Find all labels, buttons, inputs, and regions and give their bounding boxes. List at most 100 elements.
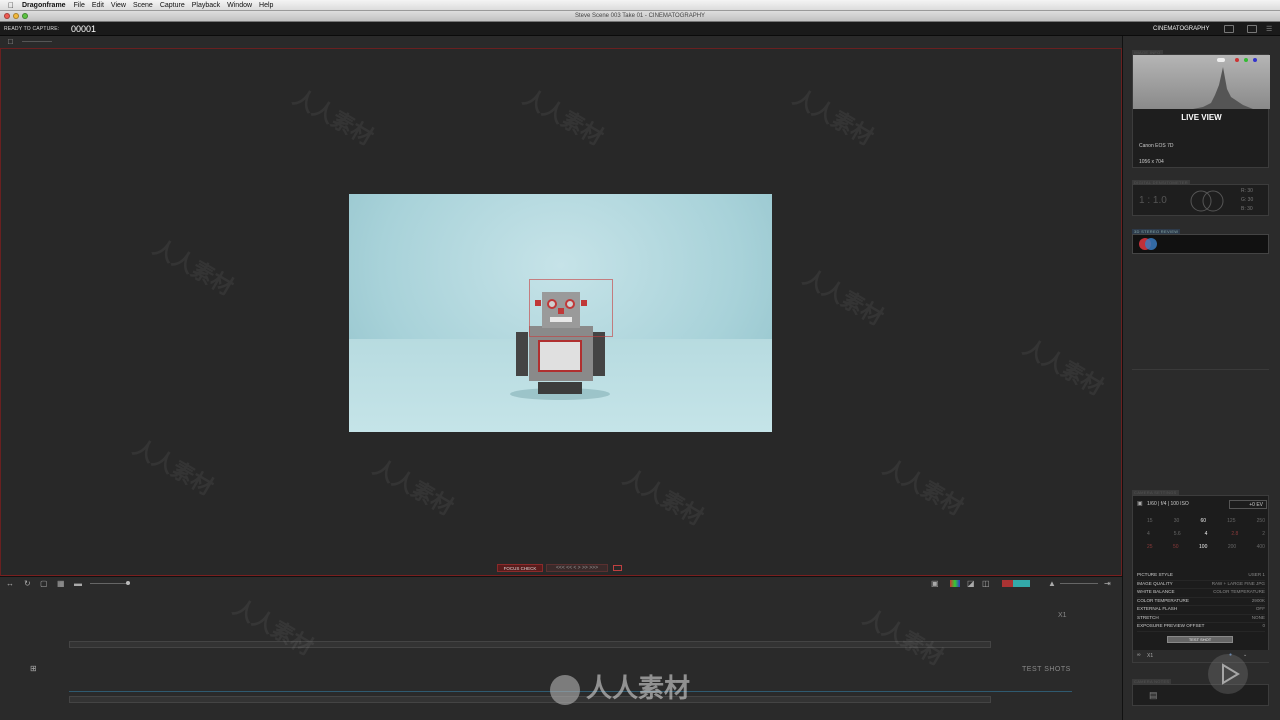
menu-icon[interactable]: ☰: [1266, 25, 1276, 33]
audio-icon[interactable]: ▲: [1048, 579, 1056, 588]
live-view-label: LIVE VIEW: [1181, 113, 1222, 122]
setting-row[interactable]: IMAGE QUALITY RAW + LARGE FINE JPG: [1137, 580, 1265, 589]
setting-value[interactable]: 2900K: [1252, 598, 1265, 606]
focus-box-toggle-icon[interactable]: [613, 565, 622, 571]
camera-icon[interactable]: ▣: [1137, 500, 1143, 507]
split-view-icon[interactable]: ◫: [982, 579, 990, 588]
setting-row[interactable]: EXTERNAL FLASH OFF: [1137, 606, 1265, 615]
stereo-icon[interactable]: [1133, 235, 1163, 253]
iso-value-selected[interactable]: 100: [1199, 544, 1207, 550]
test-shots-label: TEST SHOTS: [1022, 666, 1071, 673]
aperture-value[interactable]: 2.8: [1231, 531, 1238, 537]
menu-capture[interactable]: Capture: [160, 2, 185, 9]
setting-value[interactable]: RAW + LARGE FINE JPG: [1212, 581, 1265, 589]
menu-edit[interactable]: Edit: [92, 2, 104, 9]
add-frame-icon[interactable]: ⊞: [30, 664, 37, 673]
aperture-value[interactable]: 4: [1147, 531, 1150, 537]
menu-scene[interactable]: Scene: [133, 2, 153, 9]
volume-slider[interactable]: [1060, 583, 1098, 584]
app-menu[interactable]: Dragonframe: [22, 2, 66, 9]
camera-settings-panel: ▣ 1/60 | f/4 | 100 ISO +0 EV 15 30 60 12…: [1132, 495, 1270, 663]
setting-row[interactable]: PICTURE STYLE USER 1: [1137, 572, 1265, 581]
iso-scale[interactable]: 25 50 100 200 400: [1147, 544, 1265, 550]
iso-value[interactable]: 50: [1173, 544, 1179, 550]
frame-icon[interactable]: ▢: [40, 579, 48, 588]
workspace-selector[interactable]: CINEMATOGRAPHY: [1153, 26, 1209, 32]
zoom-slider[interactable]: [22, 41, 52, 42]
frame-track[interactable]: [69, 641, 991, 648]
play-icon: [1222, 663, 1240, 685]
grid-icon[interactable]: ▦: [57, 579, 65, 588]
menu-file[interactable]: File: [74, 2, 85, 9]
loop-icon[interactable]: ↔: [6, 579, 14, 588]
monitor-icon[interactable]: [1224, 25, 1234, 33]
densitometer-panel[interactable]: 1 : 1.0 R: 30 G: 30 B: 30: [1132, 184, 1269, 216]
watermark-logo-icon: [550, 674, 580, 705]
menu-window[interactable]: Window: [227, 2, 252, 9]
focus-check-button[interactable]: FOCUS CHECK: [497, 564, 543, 572]
focus-check-box[interactable]: [529, 279, 613, 337]
live-view-image[interactable]: [349, 194, 772, 432]
setting-row[interactable]: EXPOSURE PREVIEW OFFSET 0: [1137, 623, 1265, 632]
refresh-icon[interactable]: ↻: [24, 579, 31, 588]
opacity-slider[interactable]: [90, 583, 130, 584]
exposure-readout: 1/60 | f/4 | 100 ISO: [1147, 501, 1189, 507]
view-mode-icon[interactable]: ▣: [931, 579, 939, 588]
shutter-value[interactable]: 30: [1174, 518, 1180, 524]
shutter-value[interactable]: 15: [1147, 518, 1153, 524]
settings-icon[interactable]: [1247, 25, 1257, 33]
density-b: B: 30: [1241, 206, 1253, 212]
iso-value[interactable]: 25: [1147, 544, 1153, 550]
aperture-value[interactable]: 5.6: [1174, 531, 1181, 537]
menu-playback[interactable]: Playback: [192, 2, 220, 9]
setting-label: EXPOSURE PREVIEW OFFSET: [1137, 623, 1205, 628]
notes-icon[interactable]: ▤: [1149, 690, 1158, 701]
apple-menu-icon[interactable]: : [0, 1, 22, 10]
expand-icon[interactable]: ⇥: [1104, 579, 1111, 588]
iso-value[interactable]: 200: [1228, 544, 1236, 550]
shutter-scale[interactable]: 15 30 60 125 250: [1147, 518, 1265, 524]
setting-value[interactable]: 0: [1262, 623, 1265, 631]
color-channels-icon[interactable]: [950, 580, 960, 587]
exposure-selector[interactable]: X1: [1147, 653, 1153, 659]
aperture-value-selected[interactable]: 4: [1205, 531, 1208, 537]
setting-value[interactable]: USER 1: [1248, 572, 1265, 580]
window-title-bar: Steve Scene 003 Take 01 - CINEMATOGRAPHY: [0, 11, 1280, 22]
shutter-value-selected[interactable]: 60: [1200, 518, 1206, 524]
setting-row[interactable]: STRETCH NONE: [1137, 615, 1265, 623]
menu-help[interactable]: Help: [259, 2, 273, 9]
aperture-scale[interactable]: 4 5.6 4 2.8 2: [1147, 531, 1265, 537]
shutter-value[interactable]: 125: [1227, 518, 1235, 524]
contrast-icon[interactable]: ◪: [967, 579, 975, 588]
link-icon[interactable]: ∞: [1137, 652, 1141, 658]
opacity-slider-handle[interactable]: [126, 581, 130, 585]
viewer-bottom-bar: ↔ ↻ ▢ ▦ ▬ ▣ ◪ ◫ ▲ ⇥: [0, 576, 1122, 590]
shutter-value[interactable]: 250: [1257, 518, 1265, 524]
focus-controls: FOCUS CHECK <<< << < > >> >>>: [497, 564, 627, 573]
stereo-review-panel[interactable]: [1132, 234, 1269, 254]
menu-view[interactable]: View: [111, 2, 126, 9]
frame-counter[interactable]: 00001: [71, 24, 96, 34]
setting-value[interactable]: COLOR TEMPERATURE: [1213, 589, 1265, 597]
panel-divider[interactable]: [1132, 369, 1269, 370]
density-g: G: 30: [1241, 197, 1254, 203]
focus-nudge-buttons[interactable]: <<< << < > >> >>>: [546, 564, 608, 572]
aperture-value[interactable]: 2: [1262, 531, 1265, 537]
onion-skin-toggle[interactable]: [1002, 580, 1030, 587]
view-options-bar: □: [0, 36, 1122, 48]
iso-value[interactable]: 400: [1257, 544, 1265, 550]
setting-row[interactable]: COLOR TEMPERATURE 2900K: [1137, 598, 1265, 606]
test-shot-button[interactable]: TEST SHOT: [1167, 636, 1233, 643]
ev-field[interactable]: +0 EV: [1229, 500, 1267, 509]
view-toggle-icon[interactable]: □: [8, 37, 13, 46]
play-logo-icon: [1208, 654, 1248, 694]
setting-row[interactable]: WHITE BALANCE COLOR TEMPERATURE: [1137, 589, 1265, 598]
camera-notes-panel[interactable]: ▤: [1132, 684, 1269, 706]
setting-label: IMAGE QUALITY: [1137, 580, 1173, 586]
setting-value[interactable]: OFF: [1256, 606, 1265, 614]
test-shot-track[interactable]: [69, 696, 991, 703]
window-title: Steve Scene 003 Take 01 - CINEMATOGRAPHY: [574, 13, 706, 19]
setting-value[interactable]: NONE: [1252, 615, 1265, 623]
right-side-panel: IMAGE INFO LIVE VIEW Canon EOS 7D 1056 x…: [1122, 36, 1280, 720]
overlay-icon[interactable]: ▬: [74, 579, 82, 588]
